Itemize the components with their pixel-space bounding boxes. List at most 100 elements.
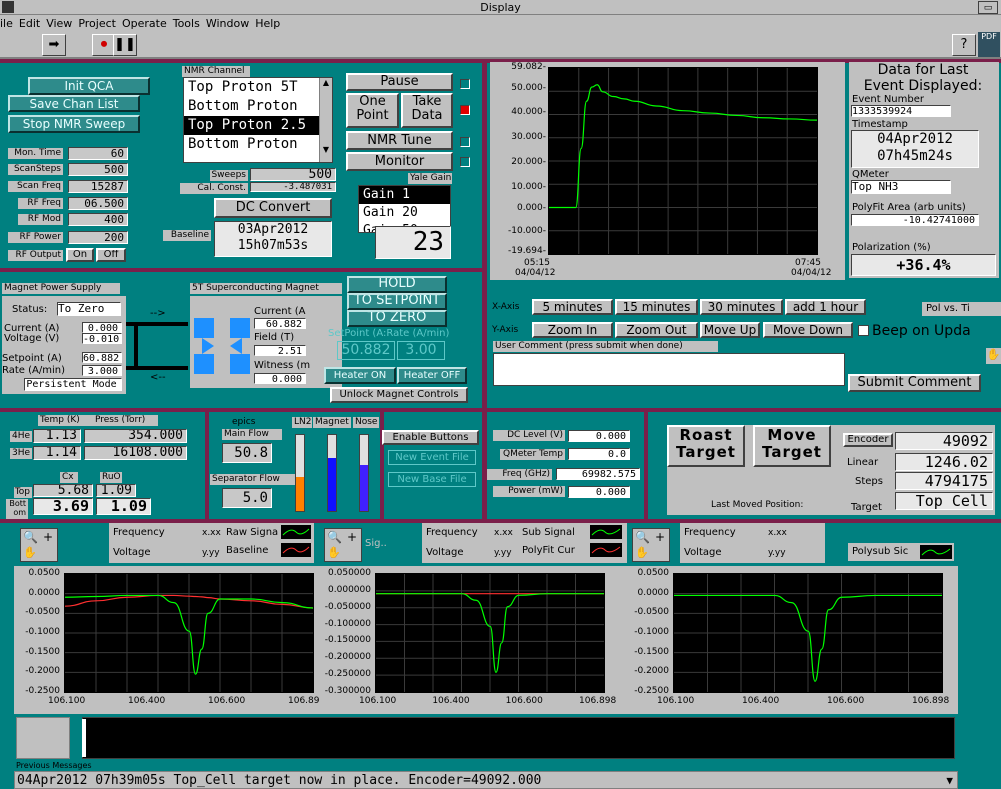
polysub-signal-graph[interactable] [673, 573, 943, 693]
x-5-minutes-button[interactable]: 5 minutes [532, 299, 613, 315]
x-format[interactable]: x.xx [494, 527, 513, 539]
main-chart-plot[interactable] [548, 67, 818, 255]
scroll-up-icon[interactable]: ▲ [320, 78, 332, 87]
scroll-down-icon[interactable]: ▼ [320, 145, 332, 154]
menu-help[interactable]: Help [255, 17, 280, 30]
zoom-icon[interactable]: 🔍 [23, 530, 38, 544]
init-qca-button[interactable]: Init QCA [28, 77, 150, 95]
y-format[interactable]: y.yy [768, 547, 786, 559]
y-format[interactable]: y.yy [494, 547, 512, 559]
move-down-button[interactable]: Move Down [763, 322, 853, 338]
nmr-channel-list[interactable]: Top Proton 5T Bottom Proton Top Proton 2… [183, 77, 333, 163]
heater-off-button[interactable]: Heater OFF [397, 367, 467, 384]
menu-edit[interactable]: Edit [19, 17, 40, 30]
app-icon[interactable] [2, 1, 14, 13]
rf-on-button[interactable]: On [66, 248, 94, 262]
zoom-out-button[interactable]: Zoom Out [615, 322, 698, 338]
encoder-button[interactable]: Encoder [843, 433, 893, 447]
rf-freq-field[interactable]: 06.500 [68, 197, 128, 210]
raw-signal-graph[interactable] [64, 573, 314, 693]
graph1-palette[interactable]: 🔍 + ✋ [20, 528, 58, 562]
unlock-magnet-button[interactable]: Unlock Magnet Controls [330, 387, 468, 403]
dc-convert-button[interactable]: DC Convert [214, 198, 332, 218]
y-format[interactable]: y.yy [202, 547, 220, 559]
heater-on-button[interactable]: Heater ON [324, 367, 396, 384]
move-target-button[interactable]: Move Target [753, 425, 831, 467]
graph2-palette[interactable]: 🔍 + ✋ [324, 528, 362, 562]
submit-comment-button[interactable]: Submit Comment [848, 374, 981, 392]
roast-target-button[interactable]: Roast Target [667, 425, 745, 467]
pause-icon[interactable]: ❚❚ [113, 34, 137, 56]
move-up-button[interactable]: Move Up [700, 322, 760, 338]
crosshair-icon[interactable]: + [347, 530, 357, 544]
beep-checkbox[interactable] [858, 325, 869, 336]
to-setpoint-button[interactable]: TO SETPOINT [347, 293, 447, 310]
new-event-file-button[interactable]: New Event File [388, 450, 476, 465]
dropdown-arrow-icon[interactable]: ▼ [946, 772, 953, 788]
previous-messages-button[interactable] [16, 717, 70, 759]
menu-tools[interactable]: Tools [173, 17, 200, 30]
sweeps-field[interactable]: 500 [250, 168, 336, 181]
zoom-icon[interactable]: 🔍 [327, 530, 342, 544]
mon-time-field[interactable]: 60 [68, 147, 128, 160]
enable-buttons-button[interactable]: Enable Buttons [382, 430, 479, 445]
save-chan-list-button[interactable]: Save Chan List [8, 95, 140, 112]
to-zero-button[interactable]: TO ZERO [347, 310, 447, 327]
menu-window[interactable]: Window [206, 17, 249, 30]
y-tick: 0.050000 [328, 568, 371, 578]
run-arrow-icon[interactable]: ➡ [42, 34, 66, 56]
menu-project[interactable]: Project [78, 17, 116, 30]
crosshair-icon[interactable]: + [655, 530, 665, 544]
gain-item-selected[interactable]: Gain 1 [359, 186, 450, 204]
channel-scrollbar[interactable]: ▲ ▼ [319, 78, 332, 162]
take-data-button[interactable]: Take Data [401, 93, 453, 128]
channel-item-selected[interactable]: Top Proton 2.5 [184, 116, 332, 135]
x-15-minutes-button[interactable]: 15 minutes [615, 299, 698, 315]
user-comment-input[interactable] [493, 353, 845, 386]
ps-setpoint-value[interactable]: 60.882 [82, 352, 122, 363]
hand-tool-icon[interactable]: ✋ [986, 348, 1001, 364]
rf-off-button[interactable]: Off [96, 248, 126, 262]
nmr-tune-button[interactable]: NMR Tune [346, 131, 453, 150]
one-point-button[interactable]: One Point [346, 93, 399, 128]
sub-signal-graph[interactable] [375, 573, 605, 693]
mc-rate-field[interactable]: 3.00 [397, 341, 445, 360]
rf-power-field[interactable]: 200 [68, 231, 128, 244]
channel-item[interactable]: Bottom Proton [184, 97, 332, 116]
help-icon[interactable]: ? [952, 34, 976, 56]
pol-vs-time-selector[interactable]: Pol vs. Ti [922, 302, 1001, 316]
menu-operate[interactable]: Operate [122, 17, 167, 30]
menu-file[interactable]: ile [0, 17, 13, 30]
rf-mod-field[interactable]: 400 [68, 213, 128, 226]
x-format[interactable]: x.xx [768, 527, 787, 539]
menu-view[interactable]: View [46, 17, 72, 30]
window-close-icon[interactable]: ▭ [978, 1, 998, 14]
mc-setpoint-field[interactable]: 50.882 [337, 341, 395, 360]
hold-button[interactable]: HOLD [347, 276, 447, 293]
x-add-hour-button[interactable]: add 1 hour [785, 299, 866, 315]
hand-icon[interactable]: ✋ [23, 546, 37, 559]
hand-icon[interactable]: ✋ [327, 546, 341, 559]
pause-button[interactable]: Pause [346, 73, 453, 91]
zoom-in-button[interactable]: Zoom In [532, 322, 613, 338]
scan-freq-field[interactable]: 15287 [68, 180, 128, 193]
y-tick: -0.250000 [324, 669, 371, 680]
stop-nmr-sweep-button[interactable]: Stop NMR Sweep [8, 115, 140, 133]
channel-item[interactable]: Top Proton 5T [184, 78, 332, 97]
new-base-file-button[interactable]: New Base File [388, 472, 476, 487]
zoom-icon[interactable]: 🔍 [635, 530, 650, 544]
graph3-palette[interactable]: 🔍 + ✋ [632, 528, 670, 562]
pdf-icon[interactable]: PDF [978, 32, 1000, 57]
channel-item[interactable]: Bottom Proton [184, 135, 332, 154]
ps-rate-value[interactable]: 3.000 [82, 365, 122, 376]
status-message-field[interactable]: 04Apr2012 07h39m05s Top_Cell target now … [14, 771, 958, 789]
x-30-minutes-button[interactable]: 30 minutes [700, 299, 783, 315]
yale-gain-label: Yale Gain [408, 173, 452, 184]
x-format[interactable]: x.xx [202, 527, 221, 539]
scansteps-field[interactable]: 500 [68, 163, 128, 176]
hand-icon[interactable]: ✋ [635, 546, 649, 559]
gain-item[interactable]: Gain 20 [359, 204, 450, 222]
cal-const-field[interactable]: -3.487031 [250, 182, 336, 192]
crosshair-icon[interactable]: + [43, 530, 53, 544]
monitor-button[interactable]: Monitor [346, 152, 453, 171]
